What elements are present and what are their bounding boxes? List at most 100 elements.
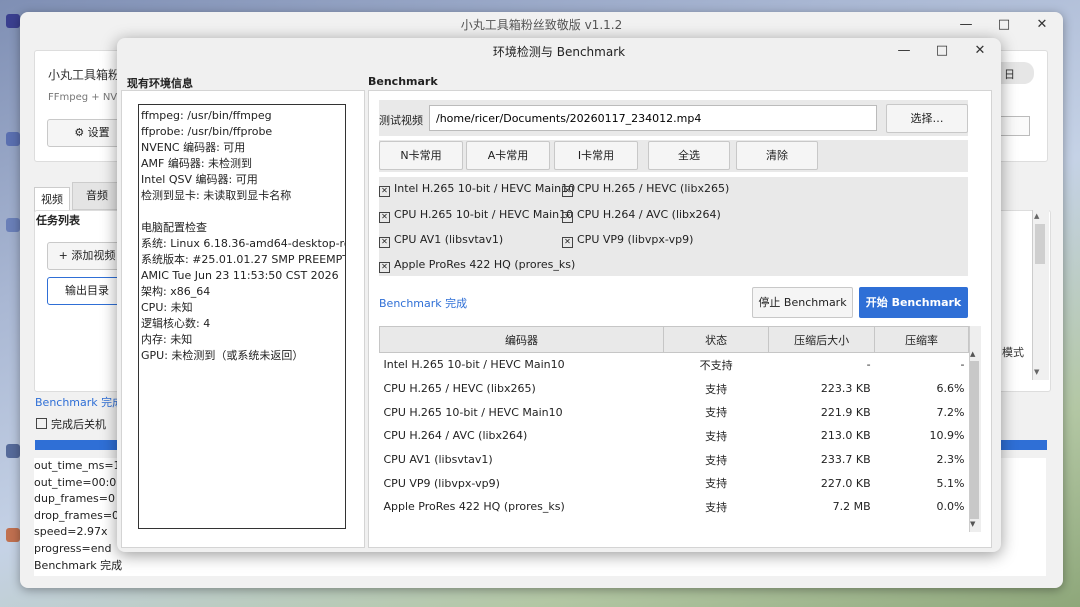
desktop-app-icon[interactable] xyxy=(6,132,20,146)
encoder-checkbox[interactable]: ✕ CPU AV1 (libsvtav1) xyxy=(379,232,503,248)
results-scroll-up-icon[interactable]: ▲ xyxy=(970,350,975,358)
desktop-app-icon[interactable] xyxy=(6,444,20,458)
results-header-row: 编码器 状态 压缩后大小 压缩率 xyxy=(379,326,969,353)
encoder-checkbox[interactable]: ✕ Intel H.265 10-bit / HEVC Main10 xyxy=(379,181,575,197)
cell-status: 支持 xyxy=(705,406,728,420)
cell-status: 支持 xyxy=(705,453,728,467)
cell-status: 支持 xyxy=(705,477,728,491)
encoder-checkbox-label: CPU H.264 / AVC (libx264) xyxy=(577,208,721,221)
encoder-checkbox-label: CPU H.265 / HEVC (libx265) xyxy=(577,182,730,195)
minimize-icon[interactable]: — xyxy=(958,17,974,33)
bench-section-title: Benchmark xyxy=(368,75,438,88)
cell-ratio: 6.6% xyxy=(936,382,965,396)
tab-video-label: 视频 xyxy=(41,193,63,206)
preset-button[interactable]: 清除 xyxy=(736,141,818,170)
right-mini-control xyxy=(998,116,1030,136)
cell-encoder: CPU H.265 10-bit / HEVC Main10 xyxy=(383,405,563,419)
table-row[interactable]: CPU H.265 / HEVC (libx265) 支持 223.3 KB 6.6% xyxy=(380,377,969,401)
encoder-checkbox[interactable]: ✕ CPU H.265 / HEVC (libx265) xyxy=(562,181,729,197)
cell-size: 227.0 KB xyxy=(820,476,871,490)
test-video-label: 测试视频 xyxy=(379,114,423,127)
table-row[interactable]: Apple ProRes 422 HQ (prores_ks) 支持 7.2 MB 0… xyxy=(380,495,969,519)
checkbox-checked-icon[interactable]: ✕ xyxy=(379,262,390,273)
table-row[interactable]: CPU VP9 (libvpx-vp9) 支持 227.0 KB 5.1% xyxy=(380,471,969,495)
results-scroll-thumb[interactable] xyxy=(970,361,979,519)
close-icon[interactable]: ✕ xyxy=(1034,17,1050,33)
cell-encoder: Apple ProRes 422 HQ (prores_ks) xyxy=(383,500,565,514)
cell-ratio: 7.2% xyxy=(936,405,965,419)
preset-button[interactable]: A卡常用 xyxy=(466,141,550,170)
checkbox-checked-icon[interactable]: ✕ xyxy=(379,237,390,248)
cell-ratio: 5.1% xyxy=(936,476,965,490)
stop-benchmark-button[interactable]: 停止 Benchmark xyxy=(752,287,853,318)
encoder-checkbox[interactable]: ✕ CPU H.264 / AVC (libx264) xyxy=(562,207,721,223)
preset-button[interactable]: I卡常用 xyxy=(554,141,638,170)
encoder-checkbox[interactable]: ✕ Apple ProRes 422 HQ (prores_ks) xyxy=(379,257,575,273)
table-row[interactable]: CPU H.265 10-bit / HEVC Main10 支持 221.9 KB… xyxy=(380,400,969,424)
results-scroll-down-icon[interactable]: ▼ xyxy=(970,520,975,528)
scrollbar-up-icon[interactable]: ▲ xyxy=(1034,212,1039,220)
encoder-checkbox[interactable]: ✕ CPU H.265 10-bit / HEVC Main10 xyxy=(379,207,573,223)
test-video-path-input[interactable] xyxy=(429,105,877,131)
header-size[interactable]: 压缩后大小 xyxy=(768,326,876,353)
maximize-icon[interactable]: □ xyxy=(996,17,1012,33)
dialog-minimize-icon[interactable]: — xyxy=(896,43,912,59)
cell-encoder: Intel H.265 10-bit / HEVC Main10 xyxy=(383,358,565,372)
preset-button[interactable]: 全选 xyxy=(648,141,730,170)
checkbox-checked-icon[interactable]: ✕ xyxy=(562,237,573,248)
cell-ratio: 2.3% xyxy=(936,453,965,467)
header-ratio[interactable]: 压缩率 xyxy=(874,326,969,353)
main-window-title: 小丸工具箱粉丝致敬版 v1.1.2 xyxy=(460,18,623,32)
shutdown-after-label: 完成后关机 xyxy=(51,418,106,431)
cell-size: 233.7 KB xyxy=(820,453,871,467)
table-row[interactable]: CPU AV1 (libsvtav1) 支持 233.7 KB 2.3% xyxy=(380,448,969,472)
tab-video[interactable]: 视频 xyxy=(34,187,70,212)
cell-size: 223.3 KB xyxy=(820,382,871,396)
cell-ratio: 10.9% xyxy=(929,429,965,443)
table-row[interactable]: CPU H.264 / AVC (libx264) 支持 213.0 KB 10.9% xyxy=(380,424,969,448)
bench-status-label: Benchmark 完成 xyxy=(379,297,468,310)
dialog-title: 环境检测与 Benchmark xyxy=(492,45,626,59)
right-date-label: 日 xyxy=(1004,68,1015,81)
checkbox-checked-icon[interactable]: ✕ xyxy=(379,212,390,223)
desktop-app-icon[interactable] xyxy=(6,218,20,232)
checkbox-checked-icon[interactable]: ✕ xyxy=(379,186,390,197)
cell-size: 7.2 MB xyxy=(832,500,871,514)
cell-status: 支持 xyxy=(705,500,728,514)
start-benchmark-button[interactable]: 开始 Benchmark xyxy=(859,287,968,318)
encoder-checkbox-label: Intel H.265 10-bit / HEVC Main10 xyxy=(394,182,576,195)
encoder-checkbox[interactable]: ✕ CPU VP9 (libvpx-vp9) xyxy=(562,232,693,248)
header-status[interactable]: 状态 xyxy=(662,326,770,353)
checkbox-checked-icon[interactable]: ✕ xyxy=(562,212,573,223)
header-encoder[interactable]: 编码器 xyxy=(379,326,664,353)
add-video-button[interactable]: + 添加视频 xyxy=(47,242,127,270)
results-body: Intel H.265 10-bit / HEVC Main10 不支持 - - CPU… xyxy=(380,353,969,519)
tab-audio-label: 音频 xyxy=(86,189,108,202)
desktop-app-icon[interactable] xyxy=(6,528,20,542)
scrollbar-down-icon[interactable]: ▼ xyxy=(1034,368,1039,376)
encoder-checkbox-label: CPU VP9 (libvpx-vp9) xyxy=(577,233,694,246)
checkbox-checked-icon[interactable]: ✕ xyxy=(562,186,573,197)
cell-ratio: - xyxy=(960,358,965,372)
table-row[interactable]: Intel H.265 10-bit / HEVC Main10 不支持 - - xyxy=(380,353,969,377)
cell-status: 支持 xyxy=(705,429,728,443)
encoder-checkbox-label: Apple ProRes 422 HQ (prores_ks) xyxy=(394,258,576,271)
main-benchmark-status: Benchmark 完成 xyxy=(35,396,124,409)
cell-size: 213.0 KB xyxy=(820,429,871,443)
encoder-checkbox-label: CPU AV1 (libsvtav1) xyxy=(394,233,504,246)
tab-audio[interactable]: 音频 xyxy=(72,182,122,210)
shutdown-checkbox-box[interactable] xyxy=(36,418,47,429)
scrollbar-thumb[interactable] xyxy=(1035,224,1045,264)
cell-encoder: CPU AV1 (libsvtav1) xyxy=(383,453,493,467)
cell-encoder: CPU H.265 / HEVC (libx265) xyxy=(383,382,536,396)
shutdown-after-checkbox[interactable]: 完成后关机 xyxy=(36,416,106,432)
preset-button[interactable]: N卡常用 xyxy=(379,141,463,170)
cell-status: 支持 xyxy=(705,382,728,396)
env-info-text[interactable]: ffmpeg: /usr/bin/ffmpeg ffprobe: /usr/bi… xyxy=(138,104,346,529)
dialog-close-icon[interactable]: ✕ xyxy=(972,43,988,59)
dialog-maximize-icon[interactable]: □ xyxy=(934,43,950,59)
choose-file-button[interactable]: 选择… xyxy=(886,104,968,133)
desktop-app-icon[interactable] xyxy=(6,14,20,28)
log-line: Benchmark 完成 xyxy=(34,558,123,572)
output-dir-button[interactable]: 输出目录 xyxy=(47,277,127,305)
